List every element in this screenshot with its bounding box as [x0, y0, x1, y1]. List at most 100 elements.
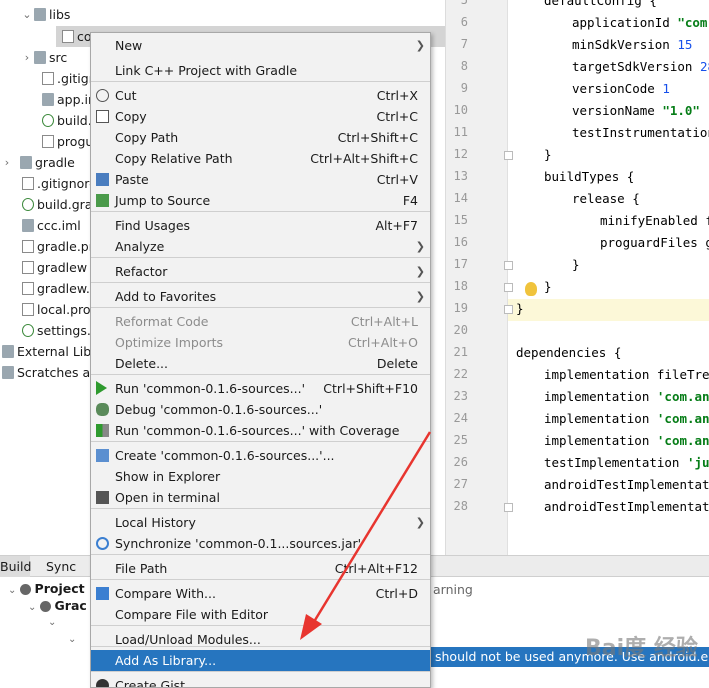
menu-separator: [91, 508, 430, 509]
tab-build[interactable]: Build: [0, 556, 31, 577]
menu-item-paste[interactable]: Paste Ctrl+V: [91, 169, 430, 190]
fold-marker[interactable]: [504, 305, 513, 314]
code-editor[interactable]: 5 6 7 8 9 10 11 12 13 14 15 16 17 18 19 20 21 22 23 24 25 26 2…: [445, 0, 709, 555]
menu-item-analyze[interactable]: Analyze ❯: [91, 236, 430, 257]
menu-item-label: Run 'common-0.1.6-sources...': [115, 381, 306, 396]
menu-item-copy[interactable]: Copy Ctrl+C: [91, 106, 430, 127]
tree-item-external-libraries[interactable]: External Libr: [2, 341, 96, 362]
menu-item-debug-common-0-1-6-sources[interactable]: Debug 'common-0.1.6-sources...': [91, 399, 430, 420]
warning-icon: [19, 584, 31, 595]
chevron-right-icon[interactable]: ›: [0, 152, 14, 173]
tree-item-ccc-iml[interactable]: ccc.iml: [22, 215, 81, 236]
menu-item-shortcut: Alt+F7: [375, 218, 418, 233]
submenu-arrow-icon: ❯: [415, 516, 425, 529]
fold-marker[interactable]: [504, 503, 513, 512]
menu-item-new[interactable]: New ❯: [91, 35, 430, 56]
chevron-down-icon[interactable]: ⌄: [28, 602, 40, 613]
file-icon: [22, 177, 34, 190]
menu-item-cut[interactable]: Cut Ctrl+X: [91, 85, 430, 106]
code-string: 'jun: [687, 455, 709, 470]
tree-item-build-gradle-app[interactable]: build.: [42, 110, 92, 131]
menu-item-label: Cut: [115, 88, 137, 103]
context-menu: New ❯ Link C++ Project with Gradle Cut Ctrl+…: [90, 32, 431, 688]
menu-item-add-as-library[interactable]: Add As Library...: [91, 650, 430, 671]
current-line-highlight: [508, 299, 709, 321]
code-text: buildTypes {: [544, 169, 635, 184]
code-line: }: [572, 257, 580, 272]
tree-item-libs[interactable]: ⌄ libs: [20, 4, 70, 25]
chevron-down-icon[interactable]: ⌄: [48, 614, 56, 632]
menu-item-find-usages[interactable]: Find Usages Alt+F7: [91, 215, 430, 236]
menu-item-copy-relative-path[interactable]: Copy Relative Path Ctrl+Alt+Shift+C: [91, 148, 430, 169]
menu-item-label: Refactor: [115, 264, 168, 279]
menu-item-refactor[interactable]: Refactor ❯: [91, 261, 430, 282]
menu-item-run-common-0-1-6-sources[interactable]: Run 'common-0.1.6-sources...' Ctrl+Shift+…: [91, 378, 430, 399]
chevron-down-icon[interactable]: ⌄: [68, 631, 76, 649]
chevron-right-icon[interactable]: ›: [20, 47, 34, 68]
menu-item-label: Local History: [115, 515, 196, 530]
tab-sync[interactable]: Sync: [46, 556, 76, 577]
github-icon: [96, 679, 109, 687]
menu-item-show-in-explorer[interactable]: Show in Explorer: [91, 466, 430, 487]
menu-item-synchronize-common-0-1-sources-jar[interactable]: Synchronize 'common-0.1...sources.jar': [91, 533, 430, 554]
menu-item-optimize-imports[interactable]: Optimize Imports Ctrl+Alt+O: [91, 332, 430, 353]
tree-item-local-properties[interactable]: local.prop: [22, 299, 98, 320]
menu-item-copy-path[interactable]: Copy Path Ctrl+Shift+C: [91, 127, 430, 148]
fold-marker[interactable]: [504, 283, 513, 292]
code-text: proguardFiles ge: [600, 235, 709, 250]
build-tree-project[interactable]: ⌄ Project: [8, 580, 85, 598]
menu-item-compare-with[interactable]: Compare With... Ctrl+D: [91, 583, 430, 604]
fold-marker[interactable]: [504, 151, 513, 160]
line-number: 9: [460, 81, 468, 95]
menu-item-label: Create Gist...: [115, 678, 198, 688]
tree-item-gitignore[interactable]: .gitignore: [22, 173, 97, 194]
tree-item-gradlew[interactable]: gradlew: [22, 257, 87, 278]
tree-item-proguard[interactable]: progu: [42, 131, 93, 152]
code-text: implementation: [544, 389, 657, 404]
menu-item-link-c-project-with-gradle[interactable]: Link C++ Project with Gradle: [91, 60, 430, 81]
tree-item-gitignore-app[interactable]: .gitigr: [42, 68, 94, 89]
tree-item-app-iml[interactable]: app.ir: [42, 89, 93, 110]
menu-item-reformat-code[interactable]: Reformat Code Ctrl+Alt+L: [91, 311, 430, 332]
build-tree-gradle[interactable]: ⌄ Grac: [28, 597, 87, 615]
chevron-down-icon[interactable]: ⌄: [20, 4, 34, 25]
tree-item-gradle[interactable]: › gradle: [0, 152, 75, 173]
menu-item-create-common-0-1-6-sources[interactable]: Create 'common-0.1.6-sources...'...: [91, 445, 430, 466]
menu-item-delete[interactable]: Delete... Delete: [91, 353, 430, 374]
menu-item-label: Synchronize 'common-0.1...sources.jar': [115, 536, 362, 551]
menu-item-create-gist[interactable]: Create Gist...: [91, 675, 430, 688]
code-text: applicationId: [572, 15, 678, 30]
tree-item-src[interactable]: › src: [20, 47, 67, 68]
tree-item-build-gradle[interactable]: build.gra: [22, 194, 92, 215]
menu-item-file-path[interactable]: File Path Ctrl+Alt+F12: [91, 558, 430, 579]
code-text: defaultConfig {: [544, 0, 657, 8]
folder-icon: [34, 51, 46, 64]
menu-item-open-in-terminal[interactable]: Open in terminal: [91, 487, 430, 508]
ide-window: ⌄ libs co › src .gitigr app.ir build. prog…: [0, 0, 709, 688]
paste-icon: [96, 173, 109, 186]
tree-item-scratches[interactable]: Scratches an: [2, 362, 98, 383]
code-string: 'com.and: [656, 433, 709, 448]
lightbulb-icon[interactable]: [525, 282, 537, 296]
menu-item-add-to-favorites[interactable]: Add to Favorites ❯: [91, 286, 430, 307]
menu-item-run-common-0-1-6-sources-with-coverage[interactable]: Run 'common-0.1.6-sources...' with Cover…: [91, 420, 430, 441]
scratches-icon: [2, 366, 14, 379]
menu-item-label: Delete...: [115, 356, 168, 371]
tree-item-settings-gradle[interactable]: settings.g: [22, 320, 99, 341]
tree-item-gradlew-bat[interactable]: gradlew.b: [22, 278, 98, 299]
menu-item-local-history[interactable]: Local History ❯: [91, 512, 430, 533]
menu-item-compare-file-with-editor[interactable]: Compare File with Editor: [91, 604, 430, 625]
menu-separator: [91, 671, 430, 672]
tree-item-gradle-properties[interactable]: gradle.pr: [22, 236, 94, 257]
menu-item-label: Analyze: [115, 239, 165, 254]
code-text: androidTestImplementation: [544, 499, 709, 514]
menu-item-label: Copy Relative Path: [115, 151, 233, 166]
fold-marker[interactable]: [504, 261, 513, 270]
code-line: implementation fileTree(: [544, 367, 709, 382]
line-number: 14: [453, 191, 468, 205]
menu-item-jump-to-source[interactable]: Jump to Source F4: [91, 190, 430, 211]
menu-item-load-unload-modules[interactable]: Load/Unload Modules...: [91, 629, 430, 650]
code-number: 1: [662, 81, 670, 96]
code-number: 28: [699, 59, 709, 74]
chevron-down-icon[interactable]: ⌄: [8, 585, 20, 596]
